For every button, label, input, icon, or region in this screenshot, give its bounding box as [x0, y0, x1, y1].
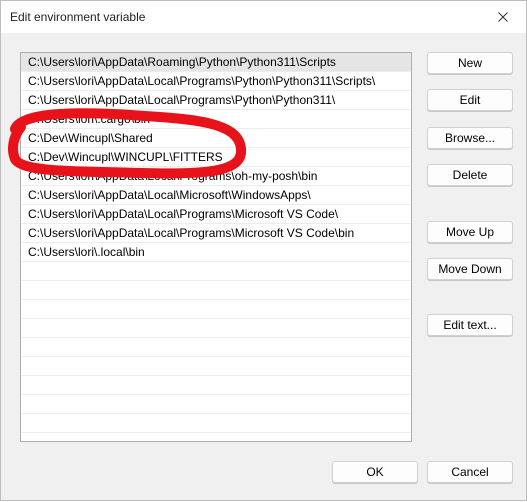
cancel-button[interactable]: Cancel: [427, 461, 513, 483]
path-list-item[interactable]: [21, 414, 411, 433]
path-list-item[interactable]: [21, 357, 411, 376]
edit-env-var-dialog: Edit environment variable C:\Users\lori\…: [0, 0, 527, 501]
move-down-button[interactable]: Move Down: [427, 258, 513, 280]
path-list-item[interactable]: [21, 376, 411, 395]
path-list-item[interactable]: C:\Dev\Wincupl\Shared: [21, 129, 411, 148]
move-up-button[interactable]: Move Up: [427, 221, 513, 243]
path-list-item[interactable]: [21, 319, 411, 338]
path-list-item[interactable]: C:\Users\lori\AppData\Roaming\Python\Pyt…: [21, 53, 411, 72]
ok-button[interactable]: OK: [332, 461, 418, 483]
path-list-item[interactable]: C:\Users\lori\AppData\Local\Programs\oh-…: [21, 167, 411, 186]
path-list-item[interactable]: C:\Users\lori\.cargo\bin: [21, 110, 411, 129]
path-list-item[interactable]: C:\Users\lori\AppData\Local\Microsoft\Wi…: [21, 186, 411, 205]
path-list-item[interactable]: [21, 262, 411, 281]
browse-button[interactable]: Browse...: [427, 127, 513, 149]
edit-text-button[interactable]: Edit text...: [427, 314, 513, 336]
title-bar[interactable]: Edit environment variable: [1, 1, 526, 33]
path-list-item[interactable]: C:\Users\lori\AppData\Local\Programs\Pyt…: [21, 72, 411, 91]
path-list-item[interactable]: [21, 281, 411, 300]
path-list[interactable]: C:\Users\lori\AppData\Roaming\Python\Pyt…: [20, 52, 412, 442]
close-button[interactable]: [480, 1, 526, 33]
delete-button[interactable]: Delete: [427, 164, 513, 186]
path-list-item[interactable]: C:\Users\lori\AppData\Local\Programs\Mic…: [21, 224, 411, 243]
new-button[interactable]: New: [427, 52, 513, 74]
path-list-item[interactable]: C:\Dev\Wincupl\WINCUPL\FITTERS: [21, 148, 411, 167]
edit-button[interactable]: Edit: [427, 89, 513, 111]
path-list-item[interactable]: [21, 338, 411, 357]
path-list-item[interactable]: [21, 395, 411, 414]
path-list-item[interactable]: C:\Users\lori\AppData\Local\Programs\Mic…: [21, 205, 411, 224]
path-list-item[interactable]: [21, 300, 411, 319]
window-title: Edit environment variable: [10, 10, 146, 24]
close-icon: [498, 12, 508, 22]
path-list-item[interactable]: C:\Users\lori\AppData\Local\Programs\Pyt…: [21, 91, 411, 110]
path-list-item[interactable]: C:\Users\lori\.local\bin: [21, 243, 411, 262]
